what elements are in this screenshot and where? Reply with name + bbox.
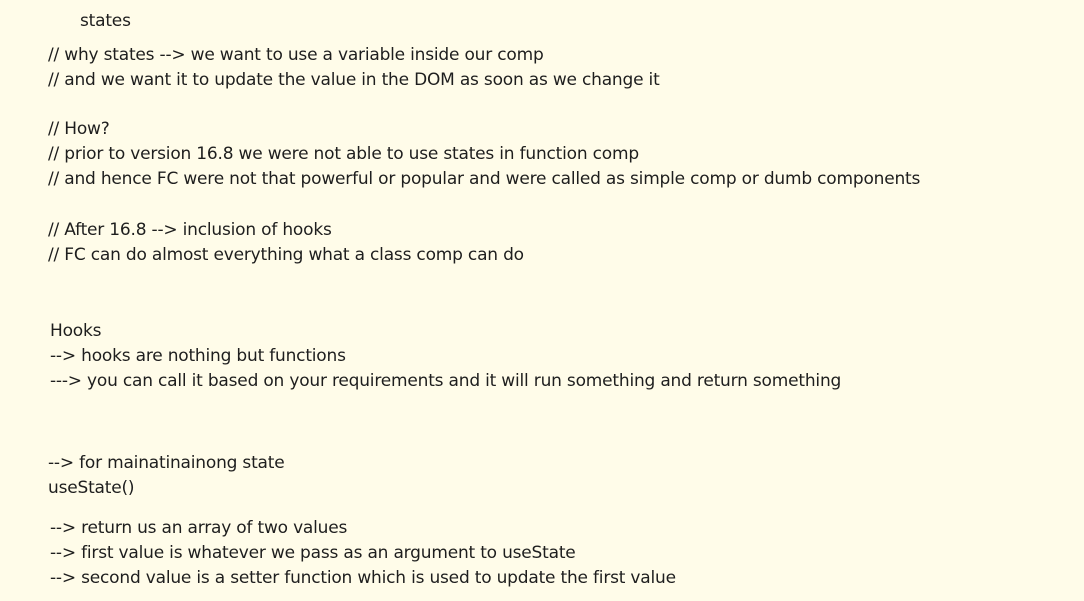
note-line: --> hooks are nothing but functions: [50, 346, 346, 366]
note-line: // After 16.8 --> inclusion of hooks: [48, 220, 332, 240]
whiteboard-canvas: states // why states --> we want to use …: [0, 0, 1084, 601]
note-line: ---> you can call it based on your requi…: [50, 371, 842, 391]
note-line: // and hence FC were not that powerful o…: [48, 169, 921, 189]
note-line: --> first value is whatever we pass as a…: [50, 543, 576, 563]
note-line: // FC can do almost everything what a cl…: [48, 245, 524, 265]
note-line: // How?: [48, 119, 110, 139]
note-line: // and we want it to update the value in…: [48, 70, 660, 90]
note-line: --> for mainatinainong state: [48, 453, 285, 473]
note-title: states: [80, 11, 131, 31]
note-line: --> second value is a setter function wh…: [50, 568, 676, 588]
note-code: useState(): [48, 478, 135, 498]
note-line: --> return us an array of two values: [50, 518, 348, 538]
note-line: // prior to version 16.8 we were not abl…: [48, 144, 639, 164]
note-heading: Hooks: [50, 321, 102, 341]
note-line: // why states --> we want to use a varia…: [48, 45, 544, 65]
